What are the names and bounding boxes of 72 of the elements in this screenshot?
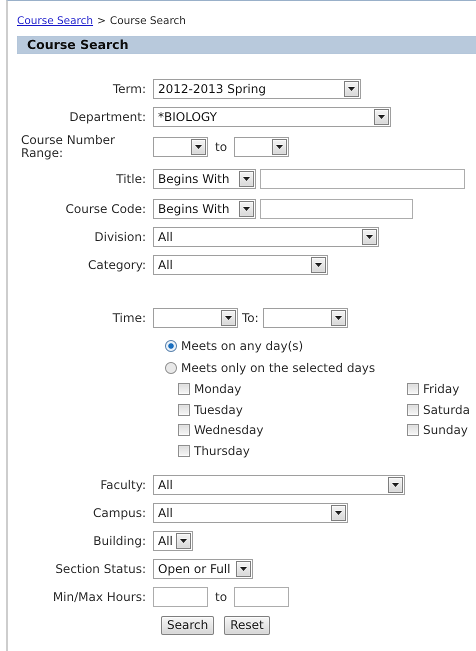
dropdown[interactable]: Open or Full — [153, 559, 253, 579]
dropdown[interactable]: 2012-2013 Spring — [153, 79, 361, 99]
checkbox-label: Wednesday — [194, 422, 264, 440]
text-input[interactable] — [260, 199, 413, 219]
checkbox[interactable] — [178, 383, 190, 396]
dropdown[interactable] — [234, 137, 290, 157]
field-label: Campus: — [92, 505, 147, 522]
field-label: Min/Max Hours: — [52, 589, 147, 606]
search-button[interactable]: Search — [161, 616, 214, 634]
caret-icon — [272, 139, 288, 155]
checkbox[interactable] — [178, 424, 190, 436]
caret-icon — [221, 310, 236, 326]
caret-icon — [239, 171, 254, 187]
checkbox-label: Sunday — [423, 422, 468, 440]
dropdown[interactable]: All — [153, 255, 328, 275]
dropdown[interactable]: All — [153, 475, 405, 495]
caret-icon — [239, 201, 254, 217]
field-label: Course Code: — [64, 201, 147, 218]
caret-icon — [362, 229, 377, 245]
caret-icon — [331, 505, 346, 521]
checkbox-label: Friday — [423, 381, 460, 398]
caret-icon — [236, 561, 251, 577]
checkbox[interactable] — [178, 404, 190, 416]
field-label: Building: — [92, 533, 147, 550]
text-input[interactable] — [234, 587, 290, 607]
field-label: Faculty: — [99, 477, 147, 494]
dropdown[interactable]: All — [153, 531, 193, 551]
checkbox-label: Thursday — [194, 442, 250, 460]
caret-icon — [388, 477, 403, 493]
field-label: Category: — [87, 257, 147, 274]
checkbox-label: Saturda — [423, 402, 470, 419]
caret-icon — [176, 533, 191, 549]
panel-title: Course Search — [17, 36, 476, 54]
field-label: Department: — [68, 109, 147, 126]
checkbox[interactable] — [407, 383, 419, 396]
checkbox[interactable] — [407, 424, 419, 436]
checkbox[interactable] — [178, 444, 190, 457]
dropdown[interactable]: Begins With — [153, 169, 256, 189]
breadcrumb-current: Course Search — [110, 15, 186, 27]
range-separator: To: — [241, 310, 260, 327]
checkbox-label: Tuesday — [194, 402, 243, 419]
dropdown[interactable]: Begins With — [153, 199, 256, 219]
dropdown[interactable]: *BIOLOGY — [153, 107, 391, 127]
dropdown[interactable] — [153, 308, 238, 328]
radio-button[interactable] — [165, 340, 177, 352]
field-label: Division: — [93, 229, 147, 246]
field-label: Course Number Range: — [20, 134, 116, 160]
dropdown[interactable] — [262, 308, 348, 328]
checkbox[interactable] — [407, 404, 419, 416]
caret-icon — [311, 257, 326, 273]
field-label: Title: — [115, 171, 147, 188]
radio-label: Meets on any day(s) — [181, 338, 304, 355]
dropdown[interactable] — [153, 137, 208, 157]
field-label: Time: — [112, 310, 147, 327]
text-input[interactable] — [260, 169, 465, 189]
caret-icon — [330, 310, 346, 326]
caret-icon — [344, 81, 359, 97]
caret-icon — [191, 139, 206, 155]
radio-label: Meets only on the selected days — [181, 360, 376, 377]
field-label: Section Status: — [54, 561, 147, 578]
range-separator: to — [214, 589, 228, 606]
breadcrumb-link[interactable]: Course Search — [17, 15, 94, 27]
checkbox-label: Monday — [194, 381, 242, 398]
dropdown[interactable]: All — [153, 503, 348, 523]
reset-button[interactable]: Reset — [224, 616, 270, 634]
text-input[interactable] — [153, 587, 208, 607]
radio-button[interactable] — [165, 362, 177, 374]
caret-icon — [374, 109, 389, 125]
field-label: Term: — [112, 81, 147, 98]
dropdown[interactable]: All — [153, 227, 379, 247]
range-separator: to — [214, 139, 228, 156]
breadcrumb-separator: > — [97, 15, 106, 27]
